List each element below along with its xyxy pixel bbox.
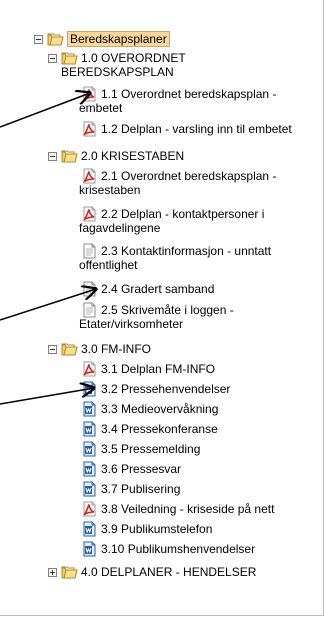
arrow-pointing-1-1 [0, 93, 90, 128]
arrow-pointing-2-4 [0, 289, 96, 321]
arrow-pointing-3-2 [0, 388, 94, 405]
annotation-arrows [0, 0, 324, 405]
